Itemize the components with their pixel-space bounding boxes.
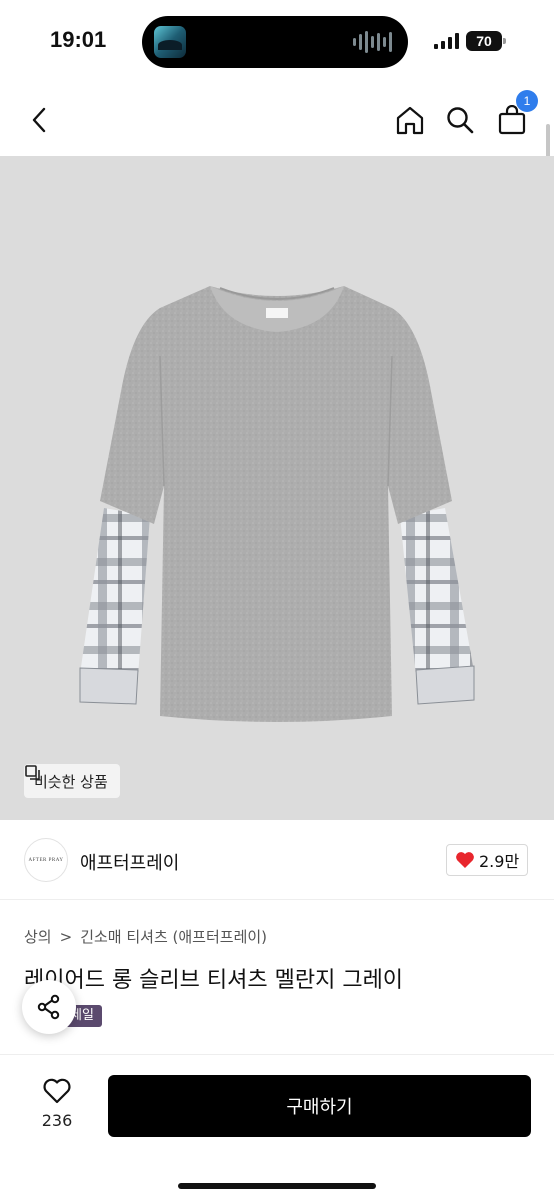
status-time: 19:01 (50, 27, 107, 52)
share-icon (37, 994, 60, 1020)
buy-button[interactable]: 구매하기 (108, 1075, 531, 1137)
wishlist-count: 236 (41, 1111, 73, 1130)
brand-logo[interactable]: AFTER PRAY (24, 838, 68, 882)
wishlist-button[interactable]: 236 (30, 1077, 84, 1130)
copy-icon (25, 765, 40, 780)
bottom-action-bar: 236 구매하기 (0, 1054, 554, 1200)
cart-count-badge: 1 (516, 90, 538, 112)
search-icon (447, 107, 474, 134)
status-bar: 19:01 70 (0, 0, 554, 84)
share-button[interactable] (22, 980, 76, 1034)
home-button[interactable] (390, 100, 430, 140)
heart-icon (456, 852, 474, 868)
breadcrumb: 상의 > 긴소매 티셔츠 (애프터프레이) (24, 926, 267, 947)
product-image[interactable]: 비슷한 상품 (0, 156, 554, 820)
signal-icon (434, 33, 459, 49)
now-playing-artwork (154, 26, 186, 58)
home-indicator (178, 1183, 376, 1189)
back-icon (32, 107, 46, 133)
product-title: 레이어드 롱 슬리브 티셔츠 멜란지 그레이 (24, 968, 404, 993)
breadcrumb-subcategory[interactable]: 긴소매 티셔츠 (애프터프레이) (80, 926, 267, 947)
back-button[interactable] (20, 100, 60, 140)
breadcrumb-category[interactable]: 상의 (24, 926, 52, 947)
cart-button[interactable]: 1 (492, 90, 538, 140)
product-photo-layered-tee (79, 286, 475, 722)
home-icon (396, 106, 424, 135)
brand-like-button[interactable]: 2.9만 (446, 844, 529, 876)
battery-indicator: 70 (466, 31, 506, 51)
brand-name-link[interactable]: 애프터프레이 (80, 849, 179, 875)
similar-products-button[interactable]: 비슷한 상품 (24, 764, 120, 798)
brand-row: AFTER PRAY 애프터프레이 2.9만 (0, 820, 554, 900)
breadcrumb-separator: > (59, 927, 73, 946)
brand-like-count: 2.9만 (479, 852, 520, 871)
audio-waveform-icon (353, 30, 392, 54)
heart-outline-icon (43, 1078, 71, 1104)
top-navigation: 1 (0, 84, 554, 156)
dynamic-island (142, 16, 408, 68)
search-button[interactable] (440, 100, 480, 140)
similar-products-label: 비슷한 상품 (34, 772, 108, 791)
